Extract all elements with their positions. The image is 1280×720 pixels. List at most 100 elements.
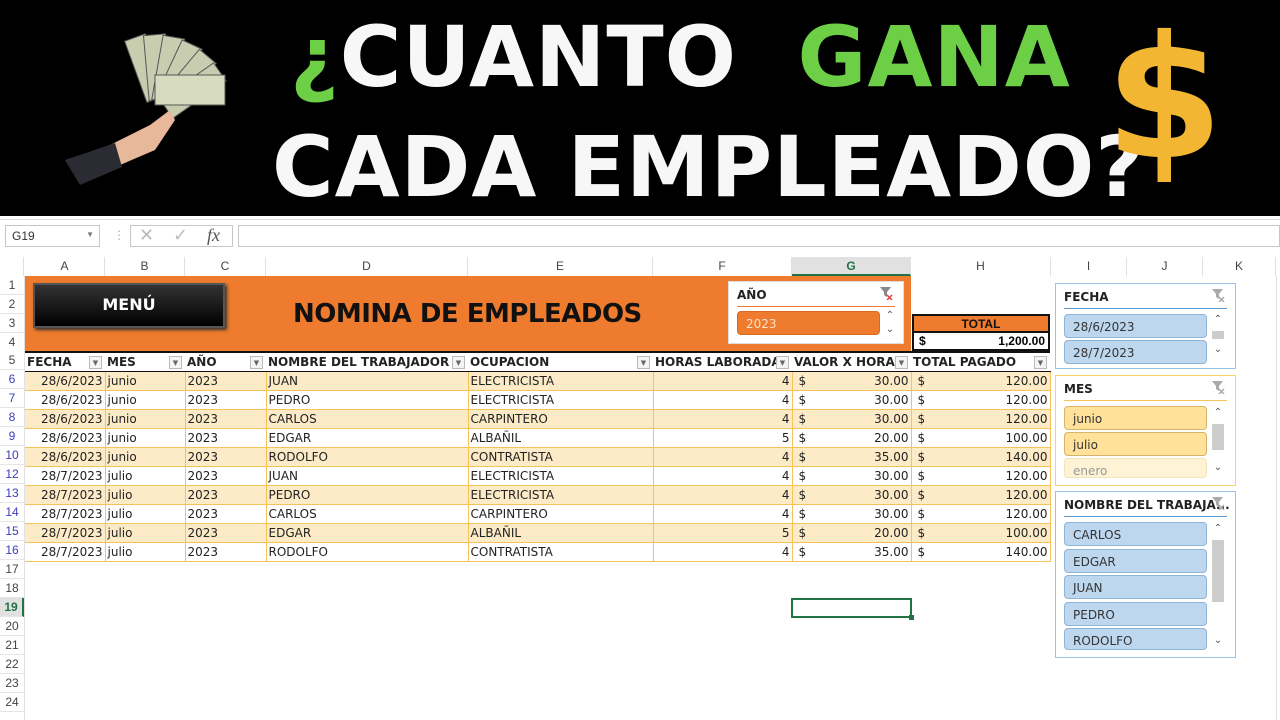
cell-fecha[interactable]: 28/6/2023 [25,447,106,467]
cell-fecha[interactable]: 28/6/2023 [25,371,106,391]
clear-filter-icon[interactable] [1211,496,1225,510]
enter-check-icon[interactable]: ✓ [173,225,188,246]
active-cell-g19[interactable] [791,598,914,620]
column-header-f[interactable]: F [653,257,792,276]
cell-mes[interactable]: julio [105,485,186,505]
cell-total[interactable]: $120.00 [911,466,1051,486]
cell-ocupacion[interactable]: ELECTRICISTA [468,371,654,391]
cell-mes[interactable]: julio [105,523,186,543]
cell-total[interactable]: $120.00 [911,504,1051,524]
fx-icon[interactable]: fx [207,225,220,246]
cell-valor[interactable]: $20.00 [792,428,912,448]
cell-anio[interactable]: 2023 [185,447,267,467]
total-value-cell[interactable]: $1,200.00 [912,333,1050,351]
cell-horas[interactable]: 4 [653,447,793,467]
cell-horas[interactable]: 4 [653,409,793,429]
cell-ocupacion[interactable]: CONTRATISTA [468,447,654,467]
scroll-up-icon[interactable]: ⌃ [1211,407,1225,418]
cell-total[interactable]: $120.00 [911,485,1051,505]
column-header-c[interactable]: C [185,257,266,276]
cell-nombre[interactable]: CARLOS [266,504,469,524]
cell-anio[interactable]: 2023 [185,466,267,486]
slicer-anio-item[interactable]: 2023 [737,311,880,335]
cell-nombre[interactable]: RODOLFO [266,447,469,467]
scroll-down-icon[interactable]: ⌄ [1211,344,1225,355]
slicer-nombre-item[interactable]: RODOLFO [1064,628,1207,650]
filter-dropdown-icon[interactable]: ▼ [169,356,182,369]
cell-anio[interactable]: 2023 [185,428,267,448]
row-header-6[interactable]: 6 [0,370,24,389]
cell-total[interactable]: $120.00 [911,371,1051,391]
cell-nombre[interactable]: PEDRO [266,390,469,410]
row-header-9[interactable]: 9 [0,427,24,446]
cell-fecha[interactable]: 28/7/2023 [25,466,106,486]
clear-filter-icon[interactable] [1211,288,1225,302]
cell-valor[interactable]: $20.00 [792,523,912,543]
cell-anio[interactable]: 2023 [185,371,267,391]
column-header-k[interactable]: K [1203,257,1276,276]
row-header-20[interactable]: 20 [0,617,24,636]
row-header-3[interactable]: 3 [0,314,24,333]
cell-valor[interactable]: $30.00 [792,371,912,391]
row-header-23[interactable]: 23 [0,674,24,693]
cell-total[interactable]: $140.00 [911,447,1051,467]
scrollbar-thumb[interactable] [1212,540,1224,602]
cell-valor[interactable]: $30.00 [792,409,912,429]
cell-ocupacion[interactable]: CARPINTERO [468,504,654,524]
cell-mes[interactable]: junio [105,371,186,391]
cell-horas[interactable]: 4 [653,504,793,524]
row-header-18[interactable]: 18 [0,579,24,598]
cell-fecha[interactable]: 28/6/2023 [25,390,106,410]
cell-ocupacion[interactable]: ALBAÑIL [468,428,654,448]
name-box[interactable]: G19 ▼ [5,225,100,247]
cell-fecha[interactable]: 28/6/2023 [25,409,106,429]
row-header-13[interactable]: 13 [0,484,24,503]
filter-dropdown-icon[interactable]: ▼ [452,356,465,369]
cell-anio[interactable]: 2023 [185,409,267,429]
row-header-21[interactable]: 21 [0,636,24,655]
select-all-corner[interactable] [0,257,24,276]
cell-nombre[interactable]: JUAN [266,371,469,391]
cell-valor[interactable]: $30.00 [792,504,912,524]
filter-dropdown-icon[interactable]: ▼ [776,356,789,369]
slicer-fecha-item[interactable]: 28/7/2023 [1064,340,1207,364]
cell-fecha[interactable]: 28/6/2023 [25,428,106,448]
cell-anio[interactable]: 2023 [185,504,267,524]
cell-horas[interactable]: 5 [653,523,793,543]
filter-active-icon[interactable]: ▼ [250,356,263,369]
cell-nombre[interactable]: RODOLFO [266,542,469,562]
cell-mes[interactable]: julio [105,542,186,562]
cell-nombre[interactable]: CARLOS [266,409,469,429]
cell-ocupacion[interactable]: ELECTRICISTA [468,485,654,505]
cell-mes[interactable]: junio [105,409,186,429]
filter-dropdown-icon[interactable]: ▼ [1034,356,1047,369]
cell-valor[interactable]: $35.00 [792,542,912,562]
column-header-j[interactable]: J [1127,257,1203,276]
cell-total[interactable]: $120.00 [911,390,1051,410]
cell-fecha[interactable]: 28/7/2023 [25,504,106,524]
cell-nombre[interactable]: JUAN [266,466,469,486]
cell-horas[interactable]: 4 [653,371,793,391]
row-header-4[interactable]: 4 [0,333,24,352]
cell-ocupacion[interactable]: ALBAÑIL [468,523,654,543]
cell-anio[interactable]: 2023 [185,390,267,410]
slicer-mes-item-disabled[interactable]: enero [1064,458,1207,478]
row-header-17[interactable]: 17 [0,560,24,579]
menu-button[interactable]: MENÚ [33,283,225,328]
filter-dropdown-icon[interactable]: ▼ [637,356,650,369]
row-header-2[interactable]: 2 [0,295,24,314]
slicer-mes-item[interactable]: julio [1064,432,1207,456]
more-options-icon[interactable]: ⋮ [113,228,125,242]
cell-total[interactable]: $120.00 [911,409,1051,429]
fill-handle[interactable] [909,615,914,620]
slicer-mes-item[interactable]: junio [1064,406,1207,430]
column-header-d[interactable]: D [266,257,468,276]
scroll-down-icon[interactable]: ⌄ [1211,635,1225,646]
scroll-down-icon[interactable]: ⌄ [1211,462,1225,473]
cell-horas[interactable]: 5 [653,428,793,448]
cell-fecha[interactable]: 28/7/2023 [25,485,106,505]
cell-ocupacion[interactable]: ELECTRICISTA [468,390,654,410]
cell-ocupacion[interactable]: CONTRATISTA [468,542,654,562]
column-header-e[interactable]: E [468,257,653,276]
cell-horas[interactable]: 4 [653,542,793,562]
